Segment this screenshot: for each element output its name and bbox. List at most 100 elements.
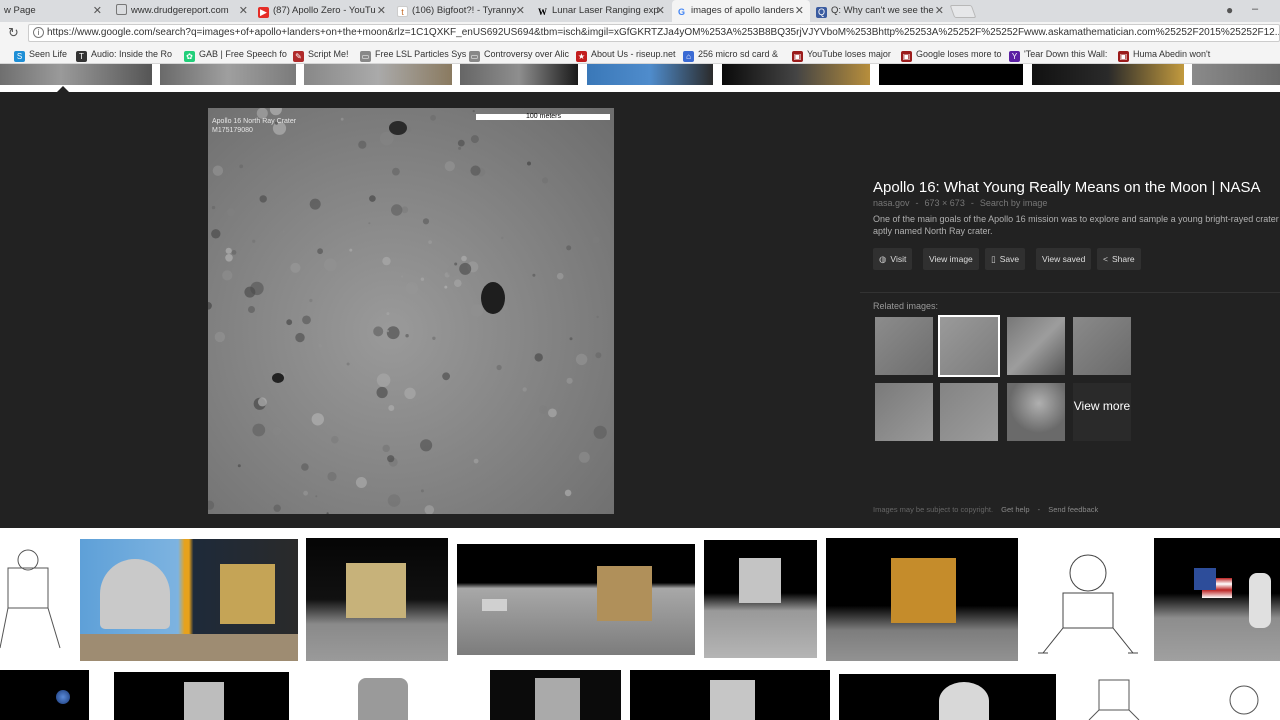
tab-tumblr[interactable]: t (106) Bigfoot?! - Tyranny ✕ — [393, 0, 531, 22]
result-image-lander-space[interactable] — [630, 670, 830, 720]
image-thumbnail[interactable] — [304, 64, 452, 85]
image-thumbnail[interactable] — [0, 64, 152, 85]
result-source[interactable]: nasa.gov — [873, 198, 910, 208]
home-icon: ⌂ — [683, 51, 694, 62]
bookmark-item[interactable]: ⌂ 256 micro sd card & — [683, 47, 778, 62]
bookmark-item[interactable]: ✎ Script Me! — [293, 47, 349, 62]
view-image-button[interactable]: View image — [923, 248, 979, 270]
tab-strip: w Page ✕ www.drudgereport.com ✕ ▶ (87) Ap… — [0, 0, 1280, 22]
bookmark-label: Audio: Inside the Ro — [91, 49, 173, 59]
related-image-thumbnail[interactable] — [940, 383, 998, 441]
tab-new-page[interactable]: w Page ✕ — [0, 0, 108, 22]
url-input[interactable]: i https://www.google.com/search?q=images… — [28, 24, 1280, 42]
bookmark-item[interactable]: ▣ YouTube loses major — [792, 47, 891, 62]
copyright-notice: Images may be subject to copyright. Get … — [873, 505, 1099, 514]
lunar-surface-image — [208, 108, 614, 514]
close-icon[interactable]: ✕ — [656, 0, 665, 22]
result-image-earth-space[interactable] — [0, 670, 89, 720]
lander-diagram-thumbnail — [0, 549, 61, 649]
profile-icon[interactable]: ● — [1226, 3, 1233, 17]
result-image-lander-line-drawing[interactable] — [1064, 670, 1280, 720]
result-image-lander-surface[interactable] — [306, 538, 448, 661]
close-icon[interactable]: ✕ — [93, 0, 102, 22]
result-image-lander-white[interactable] — [298, 670, 478, 720]
visit-button[interactable]: ◍ Visit — [873, 248, 913, 270]
minimize-icon[interactable]: – — [1252, 3, 1258, 15]
view-more-button[interactable]: View more — [1073, 383, 1131, 441]
view-saved-button[interactable]: View saved — [1036, 248, 1092, 270]
tab-google-images[interactable]: Gimages of apollo landers ✕ — [672, 0, 810, 22]
image-thumbnail[interactable] — [1192, 64, 1280, 85]
tab-askamathematician[interactable]: Q Q: Why can't we see the ✕ — [812, 0, 950, 22]
result-image-astronaut-flag[interactable] — [1154, 538, 1280, 661]
related-image-thumbnail[interactable] — [1007, 317, 1065, 375]
result-title[interactable]: Apollo 16: What Young Really Means on th… — [873, 179, 1260, 196]
close-icon[interactable]: ✕ — [239, 0, 248, 22]
image-thumbnail[interactable] — [722, 64, 870, 85]
news-icon: ▣ — [1118, 51, 1129, 62]
bookmark-item[interactable]: T Audio: Inside the Ro — [76, 47, 172, 62]
result-description: One of the main goals of the Apollo 16 m… — [873, 214, 1279, 236]
related-image-thumbnail[interactable] — [1073, 317, 1131, 375]
panel-divider — [860, 292, 1280, 293]
tab-wikipedia[interactable]: W Lunar Laser Ranging exp ✕ — [533, 0, 671, 22]
tab-label: (106) Bigfoot?! - Tyranny — [412, 5, 517, 16]
result-image-lander-closeup[interactable] — [704, 540, 817, 658]
reload-icon[interactable]: ↻ — [8, 25, 19, 41]
image-thumbnail[interactable] — [879, 64, 1023, 85]
main-image[interactable]: Apollo 16 North Ray Crater M175179080 10… — [208, 108, 614, 514]
bookmark-item[interactable]: ★ About Us - riseup.net — [576, 47, 676, 62]
bookmark-item[interactable]: ▭ Free LSL Particles Sys — [360, 47, 466, 62]
bookmark-item[interactable]: S Seen Life — [14, 47, 67, 62]
tab-label: www.drudgereport.com — [131, 5, 229, 16]
bookmark-label: Script Me! — [308, 49, 349, 59]
bookmark-icon: ▯ — [991, 254, 996, 264]
result-image-lunar-module-diagram[interactable] — [1028, 538, 1146, 661]
new-tab-button[interactable] — [949, 5, 977, 18]
news-icon: ▣ — [901, 51, 912, 62]
result-image-lander-diagram[interactable] — [0, 538, 72, 661]
share-button[interactable]: < Share — [1097, 248, 1141, 270]
related-image-thumbnail[interactable] — [1007, 383, 1065, 441]
wikipedia-icon: W — [538, 7, 547, 17]
related-image-thumbnail-selected[interactable] — [938, 315, 1000, 377]
send-feedback-link[interactable]: Send feedback — [1048, 505, 1098, 514]
bookmark-label: Huma Abedin won't — [1133, 49, 1211, 59]
search-by-image-link[interactable]: Search by image — [980, 198, 1048, 208]
close-icon[interactable]: ✕ — [377, 0, 386, 22]
image-thumbnail[interactable] — [1032, 64, 1184, 85]
close-icon[interactable]: ✕ — [935, 0, 944, 22]
result-image-telescope-lander[interactable] — [80, 539, 298, 661]
top-thumbnail-row — [0, 64, 1280, 88]
tab-youtube[interactable]: ▶ (87) Apollo Zero - YouTu ✕ — [254, 0, 392, 22]
close-icon[interactable]: ✕ — [795, 0, 804, 22]
bookmark-label: About Us - riseup.net — [591, 49, 676, 59]
image-viewer-panel: Apollo 16 North Ray Crater M175179080 10… — [0, 92, 1280, 528]
result-image-lander-night[interactable] — [826, 538, 1018, 661]
close-icon[interactable]: ✕ — [516, 0, 525, 22]
related-image-thumbnail[interactable] — [875, 317, 933, 375]
get-help-link[interactable]: Get help — [1001, 505, 1029, 514]
bookmark-item[interactable]: ▭ Controversy over Alic — [469, 47, 569, 62]
result-image-lander-panorama[interactable] — [457, 544, 695, 655]
result-image-lander-dark[interactable] — [490, 670, 621, 720]
tumblr-icon: t — [397, 6, 408, 17]
image-thumbnail[interactable] — [160, 64, 296, 85]
bookmark-item[interactable]: ✿ GAB | Free Speech fo — [184, 47, 287, 62]
image-thumbnail[interactable] — [460, 64, 578, 85]
lunar-module-diagram-thumbnail — [1038, 554, 1138, 654]
result-image-lander-gold[interactable] — [839, 674, 1056, 720]
script-icon: ✎ — [293, 51, 304, 62]
save-button[interactable]: ▯ Save — [985, 248, 1026, 270]
image-thumbnail[interactable] — [587, 64, 713, 85]
info-icon[interactable]: i — [33, 27, 44, 38]
bookmark-item[interactable]: Y 'Tear Down this Wall: — [1009, 47, 1107, 62]
tab-drudgereport[interactable]: www.drudgereport.com ✕ — [112, 0, 254, 22]
bookmark-item[interactable]: ▣ Google loses more to — [901, 47, 1002, 62]
page-icon: ▭ — [360, 51, 371, 62]
bookmark-item[interactable]: ▣ Huma Abedin won't — [1118, 47, 1210, 62]
related-image-thumbnail[interactable] — [875, 383, 933, 441]
image-overlay-title: Apollo 16 North Ray Crater — [212, 118, 297, 125]
mathematician-icon: Q — [816, 7, 827, 18]
result-image-lander-black[interactable] — [114, 672, 289, 720]
